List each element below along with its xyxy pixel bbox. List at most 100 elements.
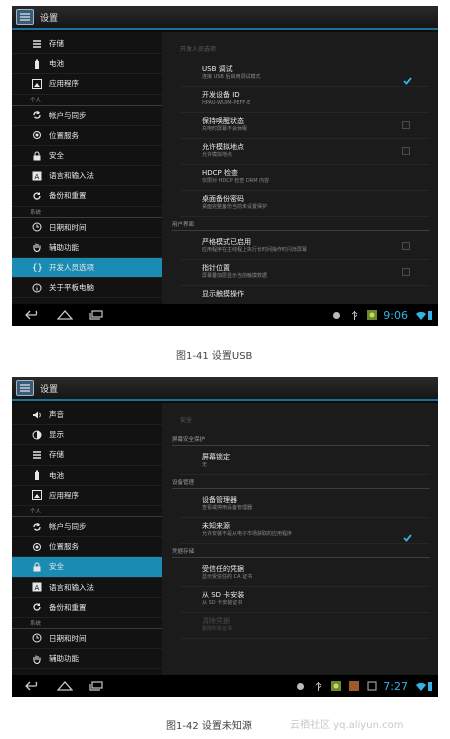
preference-summary: 从 SD 卡安装证书 <box>202 600 243 606</box>
preference-item[interactable]: 允许模拟地点 允许模拟地点 <box>180 139 430 165</box>
sidebar-item[interactable]: 备份和重置 <box>12 186 162 207</box>
sidebar-item[interactable]: A 语言和输入法 <box>12 166 162 187</box>
lock-icon <box>32 562 42 572</box>
checkmark-icon <box>403 77 412 85</box>
settings-app-icon[interactable] <box>16 380 34 396</box>
sidebar-item-label: 备份和重置 <box>49 191 87 201</box>
sidebar-item[interactable]: 显示 <box>12 425 162 446</box>
usb-icon <box>349 310 359 320</box>
sidebar-item[interactable]: 备份和重置 <box>12 598 162 618</box>
sidebar-item-label: 安全 <box>49 151 64 161</box>
sidebar-item[interactable]: 电池 <box>12 54 162 75</box>
checkbox-unchecked[interactable] <box>402 121 410 129</box>
sidebar-item[interactable]: 辅助功能 <box>12 649 162 670</box>
sidebar-item[interactable]: 应用程序 <box>12 486 162 506</box>
sidebar-item-label: 帐户与同步 <box>49 110 87 120</box>
detail-header: 安全 <box>180 417 193 424</box>
sound-icon <box>32 410 42 420</box>
wifi-icon <box>416 310 426 320</box>
download-icon <box>349 681 360 691</box>
svg-text:A: A <box>35 584 40 592</box>
checkbox-unchecked[interactable] <box>402 242 410 250</box>
settings-sidebar: 存储 电池 应用程序 个人 帐户与同步 位置服务 安全 A 语言和输入法 备份和重置 系统 日期和时间… <box>12 32 162 304</box>
checkbox-unchecked[interactable] <box>402 147 410 155</box>
sidebar-item[interactable]: 电池 <box>12 466 162 486</box>
recent-apps-icon[interactable] <box>88 679 106 693</box>
wifi-icon <box>416 681 426 691</box>
system-navigation-bar: 7:27 <box>12 675 438 697</box>
status-area: 7:27 <box>287 680 438 693</box>
checkbox-unchecked[interactable] <box>402 268 410 276</box>
sidebar-item[interactable]: 安全 <box>12 557 162 578</box>
usb-icon <box>313 681 323 691</box>
sidebar-item-label: 位置服务 <box>49 130 79 140</box>
preference-item[interactable]: 桌面备份密码 桌面完整备份当前未设置保护 <box>180 191 430 217</box>
preference-summary: 仅限对 HDCP 检查 DRM 内容 <box>202 178 270 184</box>
preference-summary: 显示受信任的 CA 证书 <box>202 574 253 580</box>
sidebar-item-label: 存储 <box>49 450 64 460</box>
preference-item: 清除凭据 删除所有证书 <box>180 613 430 639</box>
home-icon[interactable] <box>56 679 74 693</box>
preference-item[interactable]: HDCP 检查 仅限对 HDCP 检查 DRM 内容 <box>180 165 430 191</box>
sidebar-item[interactable]: 日期和时间 <box>12 218 162 238</box>
recent-apps-icon[interactable] <box>88 308 106 322</box>
sidebar-item[interactable]: 位置服务 <box>12 126 162 146</box>
preference-summary: 无 <box>202 462 208 468</box>
preference-item[interactable]: 显示触摸操作 <box>180 286 430 304</box>
sidebar-item[interactable]: 存储 <box>12 445 162 466</box>
clock-icon <box>32 633 42 643</box>
preference-item[interactable]: 从 SD 卡安装从 SD 卡安装证书 <box>180 587 430 613</box>
preference-summary: 屏幕叠加层显示当前触摸数据 <box>202 273 268 279</box>
sidebar-item-label: 辅助功能 <box>49 654 79 664</box>
sidebar-item[interactable]: 帐户与同步 <box>12 517 162 538</box>
preference-summary: 连接 USB 后启用调试模式 <box>202 74 261 80</box>
preference-category: 屏幕安全保护 <box>172 432 430 446</box>
preference-item[interactable]: 未知来源 允许安装不是从电子市场获取的应用程序 <box>180 518 430 544</box>
info-icon <box>32 283 42 293</box>
preference-item[interactable]: 屏幕锁定无 <box>180 449 430 475</box>
sidebar-item[interactable]: {} 开发人员选项 <box>12 257 162 279</box>
sidebar-item[interactable]: 日期和时间 <box>12 629 162 650</box>
checkbox-checked[interactable] <box>402 69 412 85</box>
settings-app-icon[interactable] <box>16 9 34 25</box>
preference-title: 严格模式已启用 <box>202 238 251 246</box>
sidebar-item-label: 显示 <box>49 430 64 440</box>
sidebar-item[interactable]: 帐户与同步 <box>12 106 162 126</box>
checkbox-checked[interactable] <box>402 526 412 542</box>
preference-item[interactable]: 开发设备 ID HPAU-WUIM-PEFF-E <box>180 87 430 113</box>
android-debug-icon <box>331 310 341 320</box>
sidebar-item[interactable]: 关于平板电脑 <box>12 278 162 299</box>
preference-item[interactable]: 受信任的凭据 显示受信任的 CA 证书 <box>180 561 430 587</box>
watermark: 云栖社区 yq.aliyun.com <box>290 720 404 731</box>
app-title: 设置 <box>40 384 59 395</box>
sidebar-item[interactable]: 应用程序 <box>12 74 162 95</box>
preference-title: 屏幕锁定 <box>202 453 230 461</box>
android-debug-icon <box>295 681 305 691</box>
home-icon[interactable] <box>56 308 74 322</box>
hand-icon <box>32 654 42 664</box>
back-icon[interactable] <box>24 308 42 322</box>
preference-item[interactable]: 严格模式已启用 应用程序在主线程上执行长时间操作时闪烁屏幕 <box>180 234 430 260</box>
sidebar-item[interactable]: 声音 <box>12 405 162 426</box>
preference-item[interactable]: 设备管理器 查看或停用设备管理器 <box>180 492 430 518</box>
figure-caption-2: 图1-42 设置未知源 <box>166 721 252 732</box>
language-icon: A <box>32 582 42 592</box>
sidebar-item[interactable]: 安全 <box>12 146 162 167</box>
sidebar-item-label: 电池 <box>49 59 64 69</box>
preference-summary: 充电时屏幕不会休眠 <box>202 126 248 132</box>
sidebar-item-label: 应用程序 <box>49 490 79 500</box>
sidebar-item-label: 日期和时间 <box>49 222 87 232</box>
braces-icon: {} <box>32 262 42 273</box>
sidebar-item[interactable]: 存储 <box>12 34 162 55</box>
preference-item[interactable]: USB 调试 连接 USB 后启用调试模式 <box>180 61 430 87</box>
sidebar-item[interactable]: 辅助功能 <box>12 238 162 258</box>
back-icon[interactable] <box>24 679 42 693</box>
preference-title: 允许模拟地点 <box>202 143 244 151</box>
sidebar-item-label: 电池 <box>49 470 64 480</box>
screenshot-developer-options: 设置 存储 电池 应用程序 个人 帐户与同步 位置服务 安全 A 语言和输入法 备份和重置 系统 日期… <box>12 6 438 326</box>
preference-item[interactable]: 指针位置 屏幕叠加层显示当前触摸数据 <box>180 260 430 286</box>
preference-item[interactable]: 保持唤醒状态 充电时屏幕不会休眠 <box>180 113 430 139</box>
sidebar-item[interactable]: A 语言和输入法 <box>12 578 162 598</box>
location-icon <box>32 542 42 552</box>
sidebar-item[interactable]: 位置服务 <box>12 537 162 558</box>
